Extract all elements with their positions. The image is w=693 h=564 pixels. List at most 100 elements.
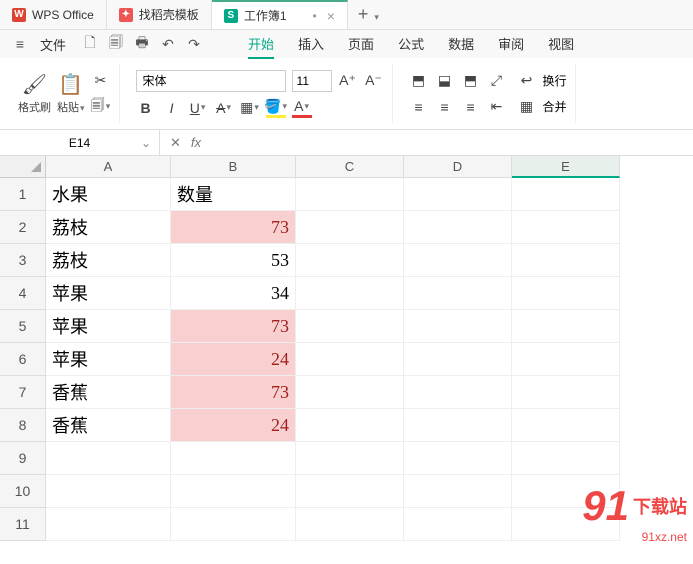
col-header-B[interactable]: B (171, 156, 296, 178)
save-icon[interactable]: 🗋 (78, 32, 102, 56)
cell-A6[interactable]: 苹果 (46, 343, 171, 376)
cell-A8[interactable]: 香蕉 (46, 409, 171, 442)
cell-C10[interactable] (296, 475, 404, 508)
cell-A7[interactable]: 香蕉 (46, 376, 171, 409)
cell-E4[interactable] (512, 277, 620, 310)
cell-C2[interactable] (296, 211, 404, 244)
increase-font-icon[interactable]: A⁺ (338, 71, 358, 91)
cell-D11[interactable] (404, 508, 512, 541)
cell-A4[interactable]: 苹果 (46, 277, 171, 310)
merge-button[interactable]: ▦合并 (517, 97, 567, 117)
hamburger-icon[interactable]: ≡ (8, 32, 32, 56)
align-right-icon[interactable]: ≡ (461, 97, 481, 117)
tab-formula[interactable]: 公式 (398, 30, 424, 59)
fx-icon[interactable]: fx (191, 135, 201, 150)
align-top-icon[interactable]: ⬒ (409, 71, 429, 91)
cell-D2[interactable] (404, 211, 512, 244)
underline-icon[interactable]: U▾ (188, 98, 208, 118)
tab-start[interactable]: 开始 (248, 30, 274, 59)
align-middle-icon[interactable]: ⬓ (435, 71, 455, 91)
name-box[interactable]: E14 ⌄ (0, 130, 160, 155)
strikethrough-icon[interactable]: A▾ (214, 98, 234, 118)
cancel-icon[interactable]: ✕ (170, 135, 181, 151)
cell-E9[interactable] (512, 442, 620, 475)
cell-E2[interactable] (512, 211, 620, 244)
indent-icon[interactable]: ⇤ (487, 97, 507, 117)
col-header-A[interactable]: A (46, 156, 171, 178)
cell-C7[interactable] (296, 376, 404, 409)
border-icon[interactable]: ▦▾ (240, 98, 260, 118)
cell-B4[interactable]: 34 (171, 277, 296, 310)
orientation-icon[interactable]: ⤢ (487, 71, 507, 91)
cell-B6[interactable]: 24 (171, 343, 296, 376)
cell-A5[interactable]: 苹果 (46, 310, 171, 343)
cell-A10[interactable] (46, 475, 171, 508)
row-header-2[interactable]: 2 (0, 211, 46, 244)
cell-A2[interactable]: 荔枝 (46, 211, 171, 244)
row-header-1[interactable]: 1 (0, 178, 46, 211)
copy-icon[interactable]: 🗐▾ (91, 97, 111, 117)
cell-E6[interactable] (512, 343, 620, 376)
tab-page[interactable]: 页面 (348, 30, 374, 59)
col-header-E[interactable]: E (512, 156, 620, 178)
cell-C8[interactable] (296, 409, 404, 442)
col-header-D[interactable]: D (404, 156, 512, 178)
redo-icon[interactable]: ↷ (182, 32, 206, 56)
tab-template[interactable]: ✦ 找稻壳模板 (107, 0, 212, 29)
cell-B8[interactable]: 24 (171, 409, 296, 442)
cell-B7[interactable]: 73 (171, 376, 296, 409)
italic-icon[interactable]: I (162, 98, 182, 118)
cell-A11[interactable] (46, 508, 171, 541)
font-color-icon[interactable]: A▾ (292, 98, 312, 118)
cut-icon[interactable]: ✂ (91, 71, 111, 91)
cell-B11[interactable] (171, 508, 296, 541)
wrap-text-button[interactable]: ↩换行 (517, 71, 567, 91)
align-left-icon[interactable]: ≡ (409, 97, 429, 117)
bold-icon[interactable]: B (136, 98, 156, 118)
print-icon[interactable]: 🖶 (130, 32, 154, 56)
cell-D4[interactable] (404, 277, 512, 310)
cell-B2[interactable]: 73 (171, 211, 296, 244)
row-header-3[interactable]: 3 (0, 244, 46, 277)
cell-E1[interactable] (512, 178, 620, 211)
cells-area[interactable]: 水果数量荔枝73荔枝53苹果34苹果73苹果24香蕉73香蕉24 (46, 178, 620, 541)
cell-D8[interactable] (404, 409, 512, 442)
new-tab-button[interactable]: + ▾ (348, 4, 389, 25)
cell-C9[interactable] (296, 442, 404, 475)
align-center-icon[interactable]: ≡ (435, 97, 455, 117)
align-bottom-icon[interactable]: ⬒ (461, 71, 481, 91)
cell-E7[interactable] (512, 376, 620, 409)
row-header-10[interactable]: 10 (0, 475, 46, 508)
decrease-font-icon[interactable]: A⁻ (364, 71, 384, 91)
row-header-8[interactable]: 8 (0, 409, 46, 442)
cell-A1[interactable]: 水果 (46, 178, 171, 211)
cell-B9[interactable] (171, 442, 296, 475)
tab-review[interactable]: 审阅 (498, 30, 524, 59)
chevron-down-icon[interactable]: ▾ (374, 12, 379, 22)
cell-A3[interactable]: 荔枝 (46, 244, 171, 277)
cell-D9[interactable] (404, 442, 512, 475)
format-painter-button[interactable]: 🖌 格式刷 (18, 72, 51, 115)
cell-C1[interactable] (296, 178, 404, 211)
cell-B10[interactable] (171, 475, 296, 508)
row-header-6[interactable]: 6 (0, 343, 46, 376)
cell-E8[interactable] (512, 409, 620, 442)
fill-color-icon[interactable]: 🪣▾ (266, 98, 286, 118)
row-header-5[interactable]: 5 (0, 310, 46, 343)
close-icon[interactable]: × (327, 8, 335, 24)
cell-A9[interactable] (46, 442, 171, 475)
file-menu[interactable]: 文件 (34, 35, 72, 54)
tab-workbook[interactable]: S 工作簿1 • × (212, 0, 348, 29)
cell-C11[interactable] (296, 508, 404, 541)
tab-view[interactable]: 视图 (548, 30, 574, 59)
select-all-corner[interactable] (0, 156, 46, 178)
cell-D3[interactable] (404, 244, 512, 277)
row-header-7[interactable]: 7 (0, 376, 46, 409)
paste-button[interactable]: 📋 粘贴▾ (57, 72, 85, 115)
cell-B3[interactable]: 53 (171, 244, 296, 277)
col-header-C[interactable]: C (296, 156, 404, 178)
cell-C5[interactable] (296, 310, 404, 343)
font-name-select[interactable] (136, 70, 286, 92)
undo-icon[interactable]: ↶ (156, 32, 180, 56)
cell-E5[interactable] (512, 310, 620, 343)
